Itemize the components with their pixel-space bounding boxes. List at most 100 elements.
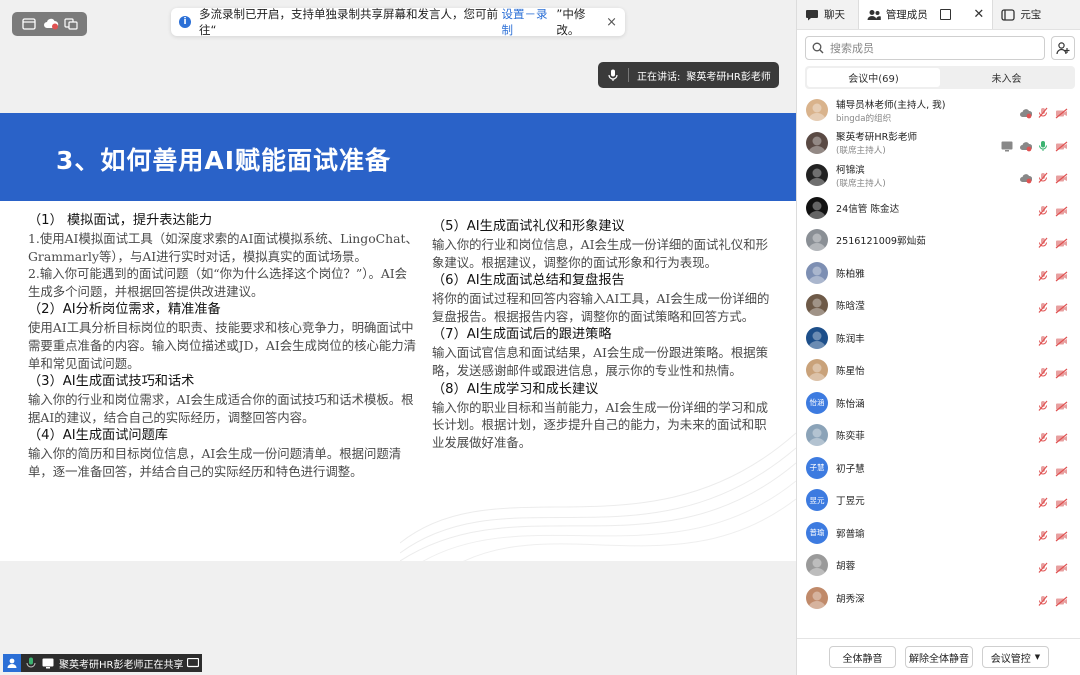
- camera-off-icon[interactable]: [1055, 462, 1068, 477]
- slide-section-text: 将你的面试过程和回答内容输入AI工具，AI会生成一份详细的复盘报告。根据报告内容…: [432, 291, 770, 324]
- close-icon[interactable]: ✕: [973, 7, 984, 22]
- member-row[interactable]: 子慧 初子慧: [797, 452, 1080, 485]
- mic-muted-icon[interactable]: [1037, 462, 1049, 476]
- window-tools: [12, 12, 87, 36]
- member-row[interactable]: 聚英考研HR彭老师 (联席主持人): [797, 127, 1080, 160]
- tab-yuanbao[interactable]: 元宝: [993, 0, 1080, 29]
- camera-off-icon[interactable]: [1055, 104, 1068, 119]
- camera-off-icon[interactable]: [1055, 429, 1068, 444]
- invite-member-button[interactable]: [1051, 36, 1075, 60]
- member-row[interactable]: 怡涵 陈怡涵: [797, 387, 1080, 420]
- recording-cloud-icon: [1019, 137, 1033, 152]
- mic-muted-icon[interactable]: [1037, 104, 1049, 119]
- unmute-all-button[interactable]: 解除全体静音: [905, 646, 973, 668]
- mic-muted-icon[interactable]: [1037, 364, 1049, 379]
- tab-manage-members[interactable]: 管理成员 ✕: [857, 0, 994, 29]
- member-info: 陈晗滢: [836, 298, 865, 312]
- camera-off-icon[interactable]: [1055, 397, 1068, 412]
- meeting-control-label: 会议管控: [990, 653, 1031, 665]
- share-control-icon[interactable]: [186, 656, 200, 670]
- camera-off-icon[interactable]: [1055, 169, 1068, 184]
- member-row[interactable]: 胡秀深: [797, 582, 1080, 615]
- member-name: 陈润丰: [836, 333, 865, 345]
- search-placeholder: 搜索成员: [830, 42, 874, 55]
- mic-muted-icon[interactable]: [1037, 527, 1049, 541]
- slide-section-heading: （8）AI生成学习和成长建议: [432, 381, 599, 397]
- close-icon[interactable]: ×: [606, 15, 617, 30]
- mute-all-button[interactable]: 全体静音: [829, 646, 896, 668]
- slide-section-text: 输入你的行业和岗位信息，AI会生成一份详细的面试礼仪和形象建议。根据建议，调整你…: [432, 237, 768, 270]
- camera-off-icon[interactable]: [1055, 234, 1068, 249]
- member-status-icons: [1019, 94, 1068, 127]
- tab-chat[interactable]: 聊天: [797, 0, 858, 29]
- mic-muted-icon[interactable]: [1037, 559, 1049, 574]
- mic-muted-icon[interactable]: [1037, 494, 1049, 509]
- layout-icon[interactable]: [21, 18, 36, 30]
- member-info: 丁昱元: [836, 493, 865, 507]
- avatar: 子慧: [806, 456, 828, 479]
- avatar: [806, 261, 828, 284]
- chat-icon: [805, 9, 819, 21]
- member-row[interactable]: 陈奕菲: [797, 419, 1080, 452]
- mic-muted-icon[interactable]: [1037, 202, 1049, 216]
- member-row[interactable]: 柯锦滨 (联席主持人): [797, 159, 1080, 192]
- translate-icon[interactable]: [63, 18, 78, 30]
- member-row[interactable]: 陈柏雅: [797, 257, 1080, 290]
- mic-muted-icon[interactable]: [1037, 592, 1049, 606]
- member-row[interactable]: 胡蓉: [797, 549, 1080, 582]
- member-name: 辅导员林老师(主持人, 我): [836, 99, 946, 111]
- presentation-slide: 3、如何善用AI赋能面试准备 （1） 模拟面试，提升表达能力 1.使用AI模拟面试…: [0, 113, 796, 561]
- camera-off-icon[interactable]: [1055, 332, 1068, 347]
- member-row[interactable]: 辅导员林老师(主持人, 我) bingda的组织: [797, 94, 1080, 127]
- mic-muted-icon[interactable]: [1037, 429, 1049, 444]
- popout-icon[interactable]: [939, 9, 951, 20]
- member-info: 初子慧: [836, 461, 865, 475]
- mic-active-icon[interactable]: [1037, 137, 1049, 151]
- member-row[interactable]: 24信管 陈金达: [797, 192, 1080, 225]
- member-row[interactable]: 陈晗滢: [797, 289, 1080, 322]
- camera-off-icon[interactable]: [1055, 299, 1068, 314]
- member-name: 24信管 陈金达: [836, 203, 900, 215]
- avatar: [806, 294, 828, 317]
- avatar: [806, 131, 828, 154]
- member-search-input[interactable]: 搜索成员: [805, 36, 1045, 60]
- member-row[interactable]: 陈星怡: [797, 354, 1080, 387]
- member-row[interactable]: 陈润丰: [797, 322, 1080, 355]
- camera-off-icon[interactable]: [1055, 137, 1068, 152]
- recording-settings-link[interactable]: 设置－录制: [501, 6, 556, 38]
- panel-tabs: 聊天 管理成员 ✕ 元宝: [797, 0, 1080, 30]
- member-status-icons: [1037, 289, 1068, 322]
- avatar: [806, 359, 828, 382]
- mic-muted-icon[interactable]: [1037, 267, 1049, 281]
- member-name: 初子慧: [836, 463, 865, 475]
- camera-off-icon[interactable]: [1055, 202, 1068, 217]
- member-info: 陈星怡: [836, 363, 865, 377]
- member-info: 24信管 陈金达: [836, 201, 899, 215]
- mic-muted-icon[interactable]: [1037, 169, 1049, 184]
- mic-muted-icon[interactable]: [1037, 299, 1049, 314]
- member-info: 陈怡涵: [836, 396, 865, 410]
- mic-muted-icon[interactable]: [1037, 332, 1049, 346]
- camera-off-icon[interactable]: [1055, 267, 1068, 282]
- camera-off-icon[interactable]: [1055, 592, 1068, 607]
- member-info: 柯锦滨 (联席主持人): [836, 162, 886, 189]
- slide-section-text: 输入你的简历和目标岗位信息，AI会生成一份问题清单。根据问题清单，逐一准备回答，…: [28, 446, 402, 479]
- segment-in-meeting[interactable]: 会议中(69): [807, 68, 940, 87]
- camera-off-icon[interactable]: [1055, 364, 1068, 379]
- member-row[interactable]: 2516121009郭灿茹: [797, 224, 1080, 257]
- avatar: [806, 164, 828, 187]
- member-name: 2516121009郭灿茹: [836, 236, 926, 248]
- member-name: 胡蓉: [836, 561, 856, 573]
- mic-muted-icon[interactable]: [1037, 397, 1049, 411]
- member-status-icons: [1037, 517, 1068, 550]
- segment-not-joined[interactable]: 未入会: [940, 68, 1073, 87]
- member-row[interactable]: 普瑜 郭普瑜: [797, 517, 1080, 550]
- record-cloud-icon[interactable]: [43, 18, 58, 30]
- mic-muted-icon[interactable]: [1037, 234, 1049, 249]
- camera-off-icon[interactable]: [1055, 559, 1068, 574]
- camera-off-icon[interactable]: [1055, 527, 1068, 542]
- member-row[interactable]: 昱元 丁昱元: [797, 484, 1080, 517]
- screen-share-icon: [41, 656, 55, 670]
- camera-off-icon[interactable]: [1055, 494, 1068, 509]
- meeting-control-button[interactable]: 会议管控 ▼: [982, 646, 1049, 668]
